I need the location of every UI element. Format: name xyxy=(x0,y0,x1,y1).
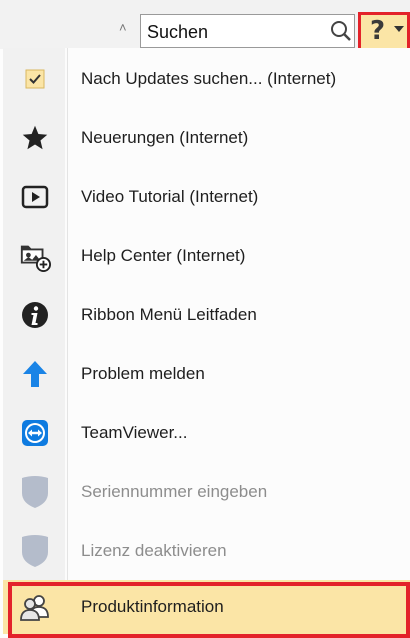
collapse-ribbon-icon[interactable]: ˄ xyxy=(119,20,127,35)
menu-item-label: Seriennummer eingeben xyxy=(81,482,268,501)
menu-item-help-center[interactable]: Help Center (Internet) xyxy=(3,226,410,285)
menu-item-teamviewer[interactable]: TeamViewer... xyxy=(3,403,410,462)
menu-item-label: Ribbon Menü Leitfaden xyxy=(81,305,257,324)
chevron-down-icon xyxy=(394,26,404,32)
arrow-up-icon xyxy=(19,358,51,390)
menu-item-ribbon-guide[interactable]: Ribbon Menü Leitfaden xyxy=(3,285,410,344)
menu-item-check-updates[interactable]: Nach Updates suchen... (Internet) xyxy=(3,49,410,108)
menu-item-report-problem[interactable]: Problem melden xyxy=(3,344,410,403)
star-icon xyxy=(19,122,51,154)
menu-item-label: Lizenz deaktivieren xyxy=(81,541,227,560)
menu-item-label: Nach Updates suchen... (Internet) xyxy=(81,69,337,88)
menu-item-product-info[interactable]: Produktinformation xyxy=(3,580,410,638)
menu-item-enter-serial: Seriennummer eingeben xyxy=(3,462,410,521)
help-dropdown-menu: Nach Updates suchen... (Internet) Neueru… xyxy=(3,48,410,638)
menu-item-video-tutorial[interactable]: Video Tutorial (Internet) xyxy=(3,167,410,226)
menu-item-label: TeamViewer... xyxy=(81,423,188,442)
help-center-icon xyxy=(19,240,51,272)
menu-item-deactivate-license: Lizenz deaktivieren xyxy=(3,521,410,580)
search-input[interactable] xyxy=(147,20,317,44)
menu-item-label: Help Center (Internet) xyxy=(81,246,246,265)
video-play-icon xyxy=(19,181,51,213)
menu-item-label: Neuerungen (Internet) xyxy=(81,128,249,147)
info-icon xyxy=(19,299,51,331)
top-toolbar: ˄ ? xyxy=(0,0,410,52)
users-icon xyxy=(19,591,51,623)
shield-icon xyxy=(19,476,51,508)
teamviewer-icon xyxy=(19,417,51,449)
search-icon[interactable] xyxy=(330,20,352,42)
checkbox-checked-icon xyxy=(19,63,51,95)
menu-item-label: Produktinformation xyxy=(81,597,224,616)
search-box[interactable] xyxy=(140,14,355,48)
menu-item-label: Problem melden xyxy=(81,364,205,383)
shield-icon xyxy=(19,535,51,567)
help-question-mark: ? xyxy=(370,16,386,46)
menu-item-label: Video Tutorial (Internet) xyxy=(81,187,259,206)
help-menu-button[interactable]: ? xyxy=(358,12,410,52)
menu-item-whats-new[interactable]: Neuerungen (Internet) xyxy=(3,108,410,167)
